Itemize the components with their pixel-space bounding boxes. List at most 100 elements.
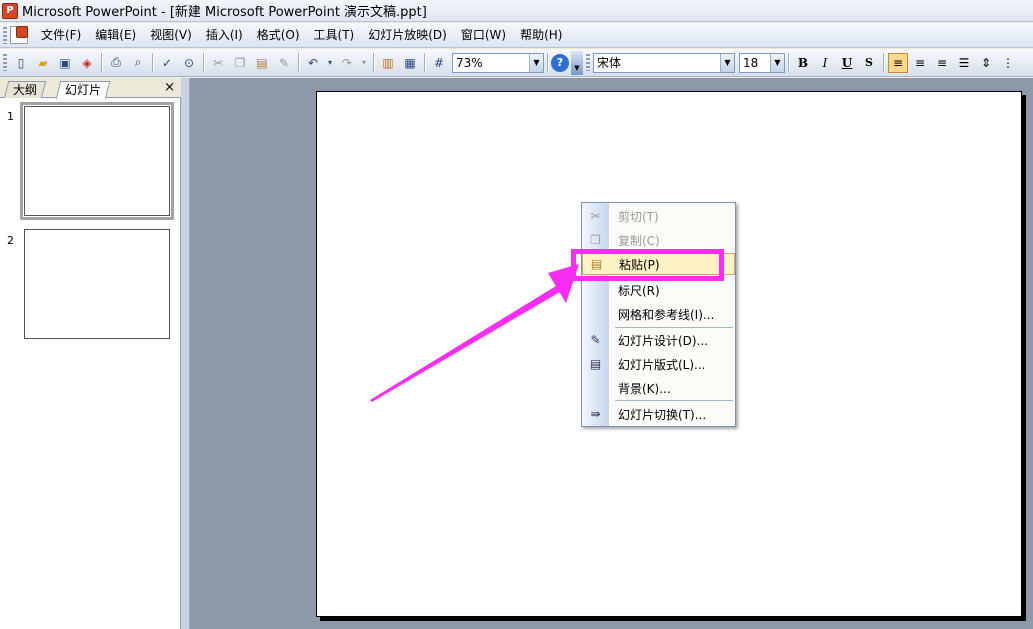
title-bar: P Microsoft PowerPoint - [新建 Microsoft P… [0,0,1033,22]
insert-table-icon[interactable]: ▦ [400,53,420,73]
menu-file[interactable]: 文件(F) [34,23,88,48]
font-size-combo[interactable]: 18 ▼ [739,52,785,73]
format-toolbar-grip-handle[interactable] [586,54,590,71]
cut-icon[interactable]: ✂ [208,53,228,73]
format-painter-icon[interactable]: ✎ [274,53,294,73]
font-name-combo[interactable]: 宋体 ▼ [593,52,735,73]
menu-item-label: 幻灯片设计(D)... [618,333,709,348]
menu-item-slide-design[interactable]: ✎ 幻灯片设计(D)... [582,329,735,351]
print-icon[interactable]: ⎙ [106,53,126,73]
pane-splitter[interactable] [181,78,190,629]
redo-dropdown-icon[interactable]: ▾ [359,53,369,73]
scissors-icon: ✂ [590,209,601,223]
open-folder-icon[interactable]: ▰ [33,53,53,73]
menu-view[interactable]: 视图(V) [143,23,199,48]
undo-dropdown-icon[interactable]: ▾ [325,53,335,73]
menu-insert[interactable]: 插入(I) [199,23,250,48]
align-center-icon[interactable]: ≡ [910,53,930,73]
menu-item-ruler[interactable]: 标尺(R) [582,279,735,301]
menu-item-label: 复制(C) [618,233,660,248]
toolbar-separator [883,53,884,72]
copy-icon[interactable]: ❐ [230,53,250,73]
zoom-combo[interactable]: 73% ▼ [452,52,544,73]
menu-item-label: 剪切(T) [618,209,659,224]
menu-item-grid-guides[interactable]: 网格和参考线(I)... [582,303,735,325]
show-grid-icon[interactable]: # [429,53,449,73]
slide-design-icon: ✎ [590,333,601,347]
help-icon[interactable]: ? [551,53,569,72]
font-size-value: 18 [743,55,759,70]
close-icon[interactable]: × [164,80,175,95]
toolbar-separator [298,53,299,72]
menu-help[interactable]: 帮助(H) [513,23,569,48]
menu-item-background[interactable]: 背景(K)... [582,377,735,399]
menu-item-cut[interactable]: ✂ 剪切(T) [582,205,735,227]
slide-transition-icon: ⇛ [590,407,601,421]
slide-thumbnail-1[interactable] [20,102,174,220]
menubar-grip-handle[interactable] [3,26,7,44]
undo-icon[interactable]: ↶ [303,53,323,73]
menu-item-label: 背景(K)... [618,381,671,396]
line-spacing-icon[interactable]: ⇕ [976,53,996,73]
standard-toolbar: ▯ ▰ ▣ ◈ ⎙ ⌕ ✓ ⊙ ✂ ❐ ▤ ✎ ↶ ▾ ↷ ▾ ▥ ▦ # 73… [0,49,1033,77]
menu-item-copy[interactable]: ❐ 复制(C) [582,229,735,251]
insert-chart-icon[interactable]: ▥ [378,53,398,73]
slide-number: 2 [7,234,14,247]
numbering-icon[interactable]: ⋮ [998,53,1018,73]
menu-slideshow[interactable]: 幻灯片放映(D) [361,23,454,48]
toolbar-separator [373,53,374,72]
slide-thumbnail-2[interactable] [24,229,170,339]
context-menu: ✂ 剪切(T) ❐ 复制(C) ▤ 粘贴(P) 标尺(R) 网格和参考线(I).… [581,202,736,427]
window-title: Microsoft PowerPoint - [新建 Microsoft Pow… [22,5,427,20]
tab-outline[interactable]: 大纲 [3,81,47,98]
print-preview-icon[interactable]: ⌕ [128,53,148,73]
research-icon[interactable]: ⊙ [179,53,199,73]
underline-button[interactable]: U [837,53,857,73]
save-icon[interactable]: ▣ [55,53,75,73]
chevron-down-icon[interactable]: ▼ [529,53,543,72]
align-left-icon[interactable]: ≡ [888,52,908,73]
menu-item-slide-transition[interactable]: ⇛ 幻灯片切换(T)... [582,403,735,425]
menu-bar: 文件(F) 编辑(E) 视图(V) 插入(I) 格式(O) 工具(T) 幻灯片放… [0,23,1033,48]
tab-outline-label: 大纲 [12,83,37,97]
pane-tabs: 大纲 幻灯片 × [0,78,181,99]
toolbar-separator [424,53,425,72]
menu-window[interactable]: 窗口(W) [454,23,513,48]
slides-pane: 大纲 幻灯片 × 1 2 [0,78,181,629]
powerpoint-icon[interactable]: P [2,2,18,19]
paste-icon[interactable]: ▤ [252,53,272,73]
toolbar-grip-handle[interactable] [3,54,7,71]
slide-number: 1 [7,110,14,123]
menu-item-slide-layout[interactable]: ▤ 幻灯片版式(L)... [582,353,735,375]
menu-separator [615,400,733,401]
menu-item-label: 幻灯片切换(T)... [618,407,707,422]
font-name-value: 宋体 [597,56,622,70]
bold-button[interactable]: B [793,53,813,73]
slide-layout-icon: ▤ [589,357,602,371]
toolbar-separator [152,53,153,72]
toolbar-separator [547,53,548,72]
menu-item-label: 标尺(R) [618,283,660,298]
menu-item-label: 网格和参考线(I)... [618,307,715,322]
shadow-button[interactable]: S [859,53,879,73]
toolbar-separator [203,53,204,72]
align-right-icon[interactable]: ≡ [932,53,952,73]
italic-button[interactable]: I [815,53,835,73]
toolbar-separator [788,53,789,72]
annotation-highlight-box [571,249,724,281]
toolbar-overflow-icon[interactable]: ▼ [571,50,583,75]
menu-tools[interactable]: 工具(T) [307,23,362,48]
document-icon[interactable] [10,26,28,44]
chevron-down-icon[interactable]: ▼ [720,53,734,72]
menu-edit[interactable]: 编辑(E) [88,23,143,48]
zoom-value: 73% [456,55,483,70]
permission-icon[interactable]: ◈ [77,53,97,73]
spelling-check-icon[interactable]: ✓ [157,53,177,73]
toolbar-separator [101,53,102,72]
redo-icon[interactable]: ↷ [337,53,357,73]
new-document-icon[interactable]: ▯ [11,53,31,73]
menu-format[interactable]: 格式(O) [250,23,307,48]
chevron-down-icon[interactable]: ▼ [770,53,784,72]
distributed-align-icon[interactable]: ☰ [954,53,974,73]
tab-slides[interactable]: 幻灯片 [55,81,111,99]
